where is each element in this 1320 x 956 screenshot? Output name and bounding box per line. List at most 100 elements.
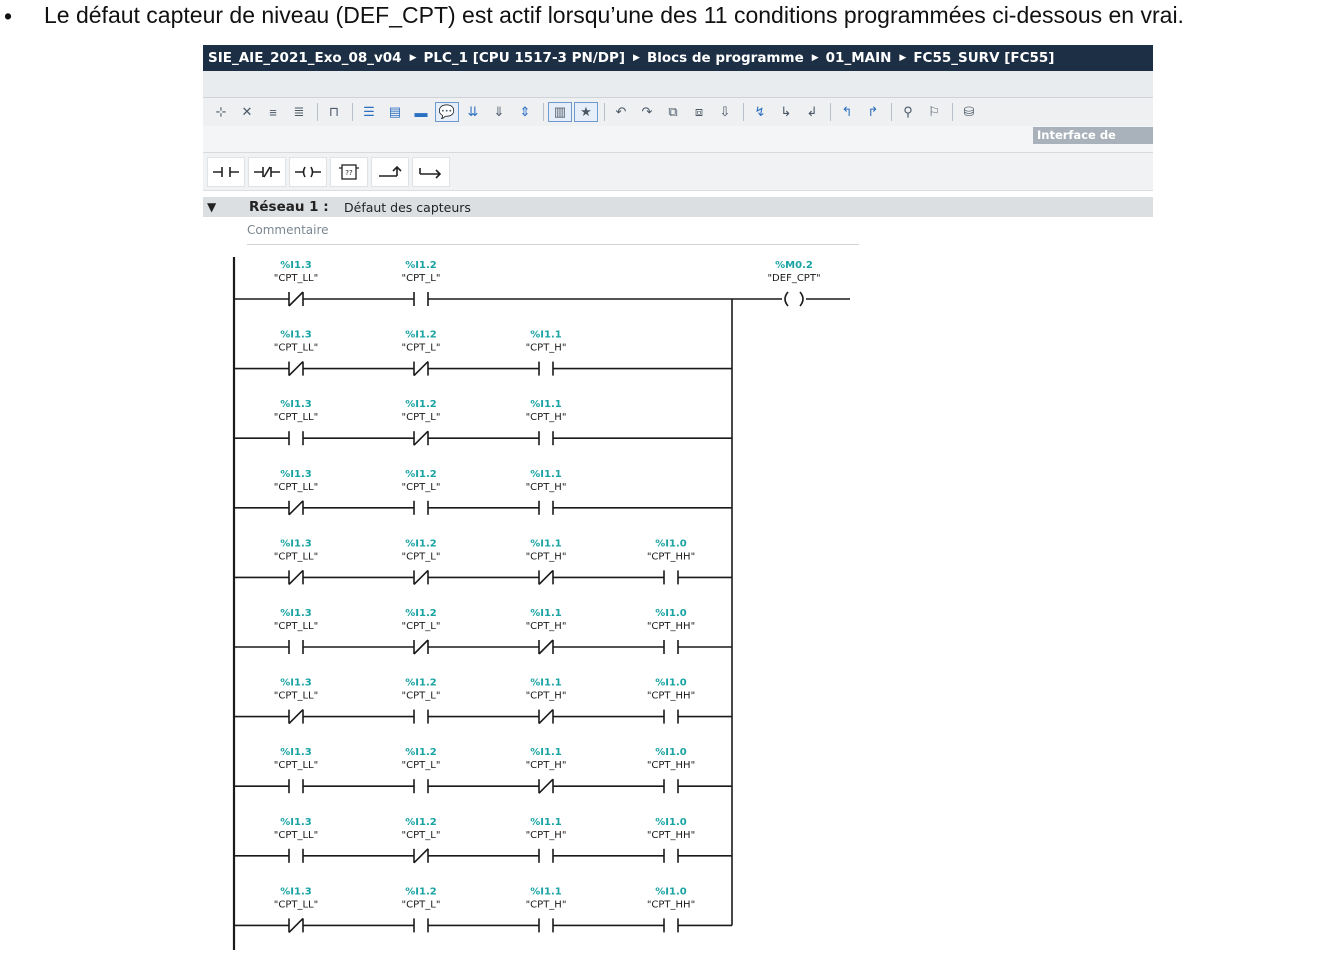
- contact-symbol-1-2[interactable]: "CPT_L": [402, 273, 441, 284]
- no-contact-7-4[interactable]: [663, 709, 679, 724]
- nc-contact-5-3[interactable]: [538, 569, 554, 585]
- no-contact-6-4[interactable]: [663, 640, 679, 654]
- contact-symbol-1-1[interactable]: "CPT_LL": [274, 273, 318, 284]
- contact-symbol-5-4[interactable]: "CPT_HH": [647, 551, 695, 562]
- contact-address-10-2[interactable]: %I1.2: [405, 886, 436, 897]
- contact-symbol-7-4[interactable]: "CPT_HH": [647, 691, 695, 702]
- contact-address-6-4[interactable]: %I1.0: [655, 608, 686, 619]
- contact-symbol-6-2[interactable]: "CPT_L": [402, 621, 441, 632]
- contact-address-7-4[interactable]: %I1.0: [655, 678, 686, 689]
- no-contact-4-3[interactable]: [538, 500, 554, 515]
- no-contact-4-2[interactable]: [413, 500, 429, 515]
- contact-address-10-1[interactable]: %I1.3: [280, 886, 311, 897]
- contact-symbol-7-3[interactable]: "CPT_H": [526, 691, 567, 702]
- contact-symbol-7-2[interactable]: "CPT_L": [402, 691, 441, 702]
- no-contact-2-3[interactable]: [538, 361, 554, 376]
- contact-symbol-6-3[interactable]: "CPT_H": [526, 621, 567, 632]
- contact-symbol-2-1[interactable]: "CPT_LL": [274, 343, 318, 354]
- contact-symbol-9-1[interactable]: "CPT_LL": [274, 830, 318, 841]
- no-contact-10-2[interactable]: [413, 918, 429, 933]
- nc-contact-9-2[interactable]: [413, 848, 429, 864]
- contact-address-5-3[interactable]: %I1.1: [530, 538, 561, 549]
- contact-address-8-4[interactable]: %I1.0: [655, 747, 686, 758]
- no-contact-7-2[interactable]: [413, 709, 429, 724]
- contact-address-5-1[interactable]: %I1.3: [280, 538, 311, 549]
- contact-address-9-2[interactable]: %I1.2: [405, 817, 436, 828]
- contact-address-8-1[interactable]: %I1.3: [280, 747, 311, 758]
- contact-address-9-4[interactable]: %I1.0: [655, 817, 686, 828]
- contact-symbol-4-2[interactable]: "CPT_L": [402, 482, 441, 493]
- contact-symbol-8-4[interactable]: "CPT_HH": [647, 760, 695, 771]
- contact-address-7-1[interactable]: %I1.3: [280, 678, 311, 689]
- nc-contact-7-1[interactable]: [288, 709, 304, 725]
- nc-contact-8-3[interactable]: [538, 778, 554, 794]
- contact-address-5-2[interactable]: %I1.2: [405, 538, 436, 549]
- contact-address-6-2[interactable]: %I1.2: [405, 608, 436, 619]
- nc-contact-2-2[interactable]: [413, 361, 429, 377]
- contact-symbol-10-4[interactable]: "CPT_HH": [647, 899, 695, 910]
- contact-symbol-3-2[interactable]: "CPT_L": [402, 412, 441, 423]
- contact-address-3-1[interactable]: %I1.3: [280, 399, 311, 410]
- contact-symbol-9-4[interactable]: "CPT_HH": [647, 830, 695, 841]
- contact-symbol-5-3[interactable]: "CPT_H": [526, 551, 567, 562]
- contact-address-7-3[interactable]: %I1.1: [530, 678, 561, 689]
- contact-symbol-9-3[interactable]: "CPT_H": [526, 830, 567, 841]
- contact-address-1-1[interactable]: %I1.3: [280, 260, 311, 271]
- contact-address-8-2[interactable]: %I1.2: [405, 747, 436, 758]
- contact-address-6-1[interactable]: %I1.3: [280, 608, 311, 619]
- contact-address-6-3[interactable]: %I1.1: [530, 608, 561, 619]
- contact-symbol-9-2[interactable]: "CPT_L": [402, 830, 441, 841]
- contact-address-1-2[interactable]: %I1.2: [405, 260, 436, 271]
- contact-address-4-2[interactable]: %I1.2: [405, 469, 436, 480]
- nc-contact-3-2[interactable]: [413, 430, 429, 446]
- contact-symbol-4-3[interactable]: "CPT_H": [526, 482, 567, 493]
- contact-address-4-3[interactable]: %I1.1: [530, 469, 561, 480]
- contact-address-5-4[interactable]: %I1.0: [655, 538, 686, 549]
- contact-address-2-1[interactable]: %I1.3: [280, 330, 311, 341]
- nc-contact-2-1[interactable]: [288, 361, 304, 377]
- nc-contact-6-2[interactable]: [413, 639, 429, 655]
- nc-contact-7-3[interactable]: [538, 709, 554, 725]
- contact-symbol-10-1[interactable]: "CPT_LL": [274, 899, 318, 910]
- contact-address-9-3[interactable]: %I1.1: [530, 817, 561, 828]
- contact-symbol-8-2[interactable]: "CPT_L": [402, 760, 441, 771]
- no-contact-5-4[interactable]: [663, 570, 679, 585]
- no-contact-8-2[interactable]: [413, 779, 429, 794]
- nc-contact-5-1[interactable]: [288, 569, 304, 585]
- contact-symbol-6-1[interactable]: "CPT_LL": [274, 621, 318, 632]
- no-contact-8-4[interactable]: [663, 779, 679, 794]
- contact-address-4-1[interactable]: %I1.3: [280, 469, 311, 480]
- no-contact-3-1[interactable]: [288, 431, 304, 446]
- no-contact-10-3[interactable]: [538, 918, 554, 933]
- no-contact-6-1[interactable]: [288, 640, 304, 654]
- nc-contact-1-1[interactable]: [288, 291, 304, 307]
- contact-address-10-3[interactable]: %I1.1: [530, 886, 561, 897]
- no-contact-9-3[interactable]: [538, 848, 554, 863]
- contact-symbol-2-3[interactable]: "CPT_H": [526, 343, 567, 354]
- contact-symbol-6-4[interactable]: "CPT_HH": [647, 621, 695, 632]
- no-contact-10-4[interactable]: [663, 918, 679, 933]
- contact-address-2-2[interactable]: %I1.2: [405, 330, 436, 341]
- contact-address-7-2[interactable]: %I1.2: [405, 678, 436, 689]
- contact-address-2-3[interactable]: %I1.1: [530, 330, 561, 341]
- contact-symbol-4-1[interactable]: "CPT_LL": [274, 482, 318, 493]
- contact-symbol-10-2[interactable]: "CPT_L": [402, 899, 441, 910]
- contact-symbol-5-2[interactable]: "CPT_L": [402, 551, 441, 562]
- contact-symbol-2-2[interactable]: "CPT_L": [402, 343, 441, 354]
- contact-address-9-1[interactable]: %I1.3: [280, 817, 311, 828]
- contact-symbol-7-1[interactable]: "CPT_LL": [274, 691, 318, 702]
- coil-address[interactable]: %M0.2: [775, 260, 813, 271]
- no-contact-1-2[interactable]: [413, 292, 429, 306]
- no-contact-9-4[interactable]: [663, 848, 679, 863]
- contact-address-10-4[interactable]: %I1.0: [655, 886, 686, 897]
- coil-symbol[interactable]: "DEF_CPT": [767, 273, 820, 284]
- no-contact-9-1[interactable]: [288, 848, 304, 863]
- contact-symbol-3-3[interactable]: "CPT_H": [526, 412, 567, 423]
- contact-symbol-3-1[interactable]: "CPT_LL": [274, 412, 318, 423]
- contact-address-8-3[interactable]: %I1.1: [530, 747, 561, 758]
- contact-symbol-8-3[interactable]: "CPT_H": [526, 760, 567, 771]
- contact-address-3-3[interactable]: %I1.1: [530, 399, 561, 410]
- nc-contact-10-1[interactable]: [288, 917, 304, 933]
- contact-symbol-10-3[interactable]: "CPT_H": [526, 899, 567, 910]
- no-contact-8-1[interactable]: [288, 779, 304, 794]
